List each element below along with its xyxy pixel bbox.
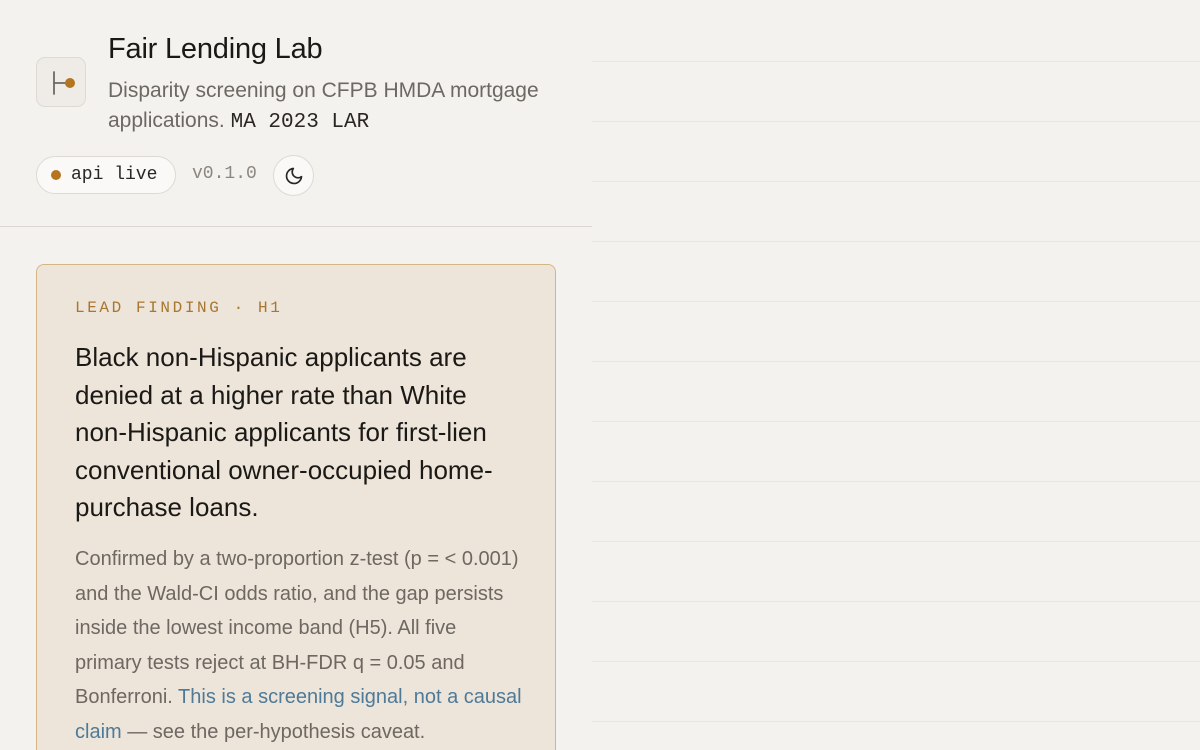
- version-label: v0.1.0: [192, 164, 257, 184]
- api-status-label: api live: [71, 165, 158, 185]
- app-title: Fair Lending Lab: [108, 33, 323, 65]
- dataset-label: MA 2023 LAR: [230, 111, 370, 134]
- status-dot-icon: [51, 170, 61, 180]
- app-subtitle: Disparity screening on CFPB HMDA mortgag…: [108, 76, 568, 138]
- lead-finding-body-suffix: — see the per-hypothesis caveat.: [127, 720, 426, 743]
- api-status-badge: api live: [36, 156, 177, 194]
- theme-toggle-button[interactable]: [273, 155, 314, 196]
- lead-finding-headline: Black non-Hispanic applicants are denied…: [75, 342, 493, 522]
- moon-icon: [285, 167, 303, 185]
- branch-node-icon: [53, 71, 75, 95]
- app-logo: [36, 57, 86, 107]
- lead-finding-body-text: Confirmed by a two-proportion z-test (p …: [75, 548, 519, 709]
- lead-finding-eyebrow: LEAD FINDING · H1: [75, 299, 283, 317]
- lead-finding-card: LEAD FINDING · H1 Black non-Hispanic app…: [36, 264, 556, 750]
- app-header: Fair Lending Lab Disparity screening on …: [0, 0, 592, 227]
- left-panel: Fair Lending Lab Disparity screening on …: [0, 0, 592, 750]
- lead-finding-body: Confirmed by a two-proportion z-test (p …: [75, 542, 527, 750]
- app-page: Fair Lending Lab Disparity screening on …: [0, 0, 1200, 750]
